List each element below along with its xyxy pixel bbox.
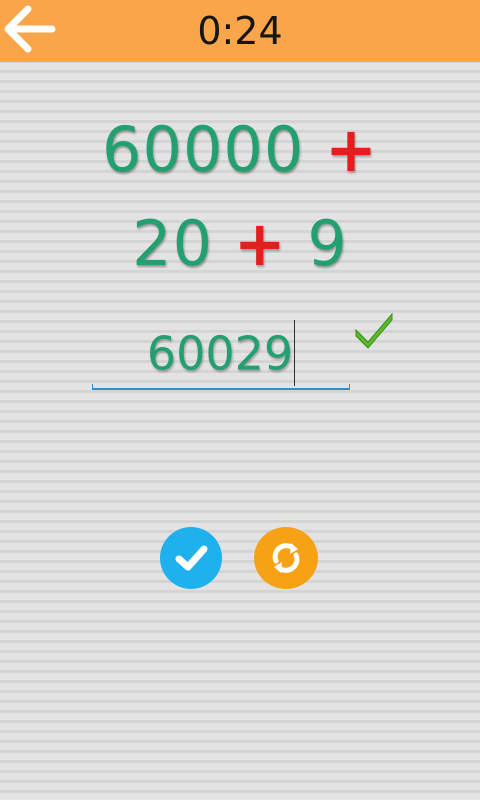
correct-status bbox=[352, 308, 396, 350]
equation-number: 9 bbox=[307, 207, 348, 280]
top-bar: 0:24 bbox=[0, 0, 480, 62]
checkmark-icon bbox=[355, 312, 393, 349]
reset-button[interactable] bbox=[254, 527, 318, 589]
timer: 0:24 bbox=[197, 9, 283, 53]
equation-number: 60000 bbox=[102, 113, 305, 186]
answer-input[interactable]: 60029 bbox=[92, 318, 350, 390]
answer-value: 60029 bbox=[146, 326, 294, 381]
equation-line-2: 20 + 9 bbox=[0, 204, 480, 284]
submit-button[interactable] bbox=[160, 527, 222, 589]
answer-value-container: 60029 bbox=[92, 320, 350, 386]
text-cursor bbox=[294, 320, 296, 386]
answer-underline bbox=[92, 384, 350, 390]
equation-line-1: 60000 + bbox=[0, 110, 480, 190]
equation-operator: + bbox=[325, 113, 378, 186]
equation-number: 20 bbox=[132, 207, 214, 280]
refresh-icon bbox=[272, 543, 300, 573]
checkmark-icon bbox=[175, 545, 208, 571]
equation-operator: + bbox=[233, 207, 287, 280]
